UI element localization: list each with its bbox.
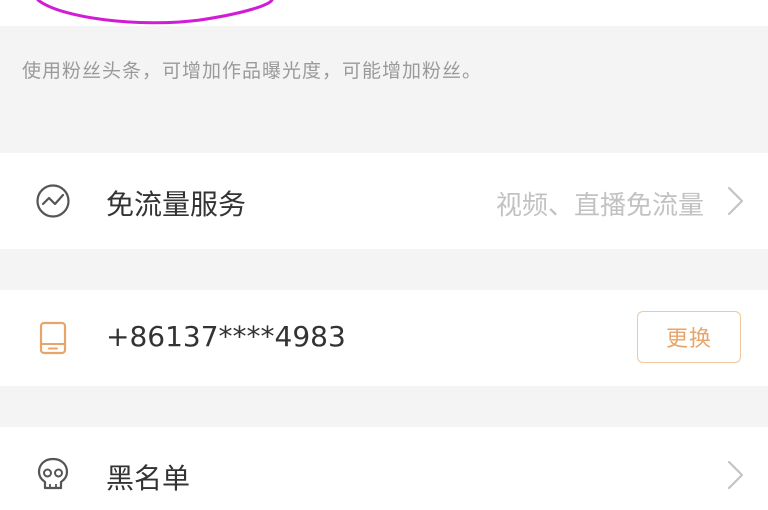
skull-icon bbox=[34, 455, 72, 493]
chevron-right-icon bbox=[727, 460, 744, 490]
annotation-ellipse bbox=[36, 0, 274, 25]
blacklist-title: 黑名单 bbox=[106, 462, 191, 495]
phone-number: +86137****4983 bbox=[106, 320, 346, 353]
traffic-free-service-title: 免流量服务 bbox=[106, 188, 247, 221]
fans-headline-hint: 使用粉丝头条，可增加作品曝光度，可能增加粉丝。 bbox=[22, 60, 483, 82]
traffic-service-icon bbox=[34, 182, 72, 220]
traffic-free-service-subtitle: 视频、直播免流量 bbox=[495, 191, 704, 221]
phone-row: +86137****4983 更换 bbox=[0, 290, 768, 386]
settings-screen: 使用粉丝头条，可增加作品曝光度，可能增加粉丝。 免流量服务 视频、直播免流量 +… bbox=[0, 0, 768, 510]
change-phone-button[interactable]: 更换 bbox=[637, 311, 741, 363]
phone-icon bbox=[34, 319, 72, 357]
chevron-right-icon bbox=[727, 186, 744, 216]
traffic-free-service-row[interactable]: 免流量服务 视频、直播免流量 bbox=[0, 153, 768, 249]
blacklist-row[interactable]: 黑名单 bbox=[0, 427, 768, 510]
